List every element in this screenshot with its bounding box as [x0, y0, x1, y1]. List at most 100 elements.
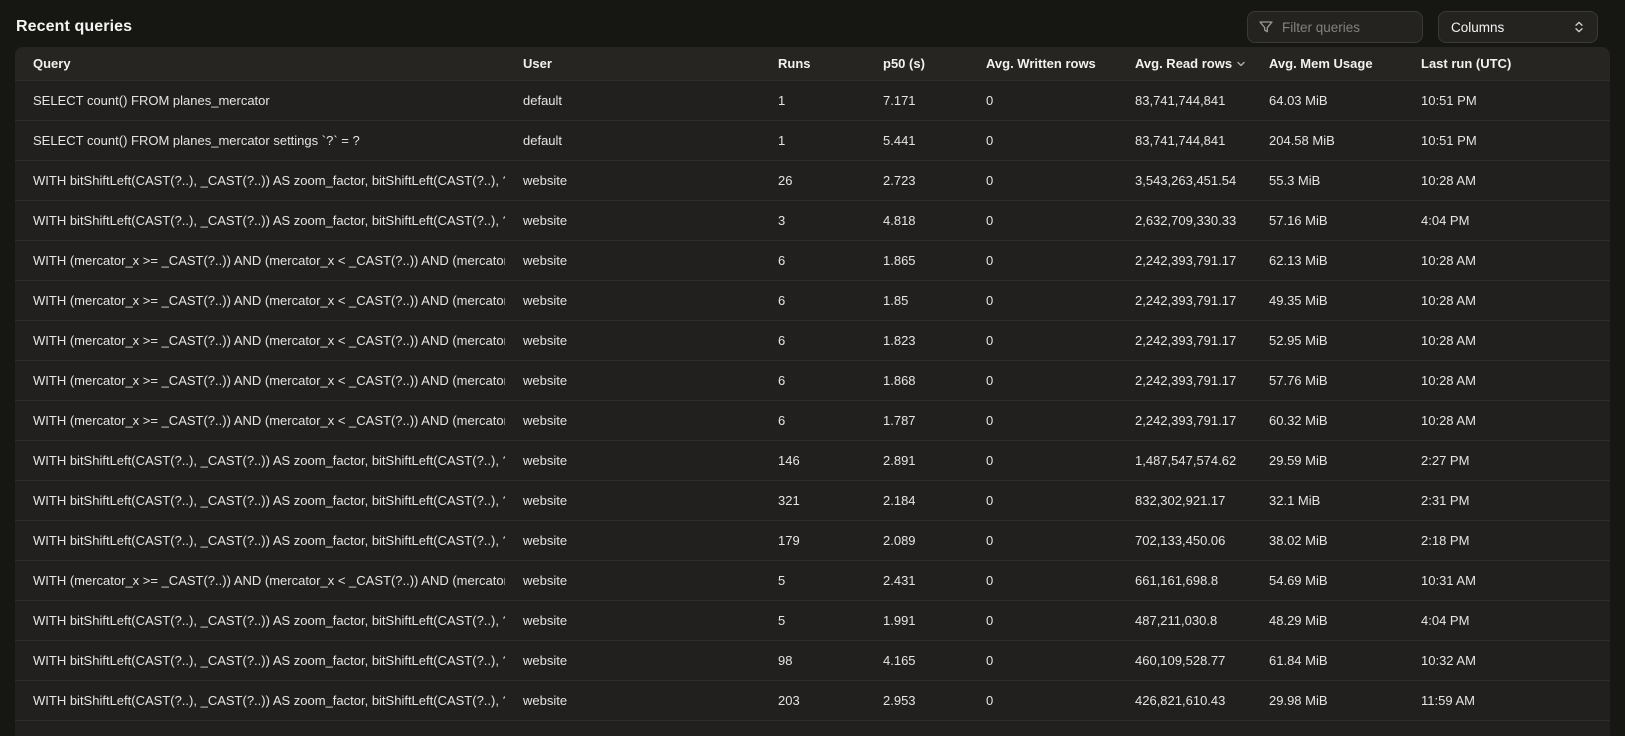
column-header-written[interactable]: Avg. Written rows: [968, 47, 1117, 80]
cell-last_run: 10:28 AM: [1403, 160, 1610, 200]
recent-queries-table: QueryUserRunsp50 (s)Avg. Written rowsAvg…: [15, 47, 1610, 736]
sort-chevron-down-icon: [1236, 59, 1246, 69]
cell-query: WITH (mercator_x >= _CAST(?..)) AND (mer…: [15, 400, 505, 440]
cell-mem: 57.16 MiB: [1251, 200, 1403, 240]
cell-written: 0: [968, 280, 1117, 320]
cell-last_run: 10:51 PM: [1403, 120, 1610, 160]
cell-mem: 55.3 MiB: [1251, 160, 1403, 200]
column-header-label: User: [523, 56, 552, 71]
cell-runs: 6: [760, 320, 865, 360]
table-row[interactable]: WITH bitShiftLeft(CAST(?..), _CAST(?..))…: [15, 520, 1610, 560]
cell-read: 702,133,450.06: [1117, 520, 1251, 560]
columns-dropdown-label: Columns: [1451, 20, 1504, 35]
toolbar-controls: Columns: [1247, 11, 1598, 43]
columns-dropdown[interactable]: Columns: [1438, 11, 1598, 43]
cell-query: WITH (mercator_x >= _CAST(?..)) AND (mer…: [15, 240, 505, 280]
table-row[interactable]: WITH bitShiftLeft(CAST(?..), _CAST(?..))…: [15, 160, 1610, 200]
cell-mem: 49.35 MiB: [1251, 280, 1403, 320]
column-header-label: p50 (s): [883, 56, 925, 71]
table-row[interactable]: WITH bitShiftLeft(CAST(?..), _CAST(?..))…: [15, 480, 1610, 520]
table-row[interactable]: WITH (mercator_x >= _CAST(?..)) AND (mer…: [15, 560, 1610, 600]
cell-query: WITH bitShiftLeft(CAST(?..), _CAST(?..))…: [15, 160, 505, 200]
cell-runs: [760, 720, 865, 736]
column-header-runs[interactable]: Runs: [760, 47, 865, 80]
column-header-label: Query: [33, 56, 71, 71]
cell-written: 0: [968, 320, 1117, 360]
table-row[interactable]: SELECT count() FROM planes_mercatordefau…: [15, 80, 1610, 120]
cell-mem: 64.03 MiB: [1251, 80, 1403, 120]
cell-runs: 203: [760, 680, 865, 720]
column-header-query[interactable]: Query: [15, 47, 505, 80]
cell-user: website: [505, 360, 760, 400]
cell-runs: 321: [760, 480, 865, 520]
table-row[interactable]: WITH (mercator_x >= _CAST(?..)) AND (mer…: [15, 240, 1610, 280]
cell-query: WITH bitShiftLeft(CAST(?..), _CAST(?..))…: [15, 680, 505, 720]
table-row[interactable]: WITH bitShiftLeft(CAST(?..), _CAST(?..))…: [15, 640, 1610, 680]
cell-p50: 5.441: [865, 120, 968, 160]
column-header-label: Last run (UTC): [1421, 56, 1511, 71]
cell-written: 0: [968, 560, 1117, 600]
table-row[interactable]: WITH bitShiftLeft(CAST(?..), _CAST(?..))…: [15, 440, 1610, 480]
cell-p50: 2.953: [865, 680, 968, 720]
cell-last_run: 11:59 AM: [1403, 680, 1610, 720]
table-row[interactable]: WITH (mercator_x >= _CAST(?..)) AND (mer…: [15, 320, 1610, 360]
cell-query: WITH bitShiftLeft(CAST(?..), _CAST(?..))…: [15, 440, 505, 480]
filter-queries-input[interactable]: [1247, 11, 1423, 43]
cell-p50: [865, 720, 968, 736]
cell-user: [505, 720, 760, 736]
cell-last_run: 10:28 AM: [1403, 280, 1610, 320]
cell-runs: 6: [760, 360, 865, 400]
cell-read: 2,242,393,791.17: [1117, 360, 1251, 400]
table-row-partial[interactable]: [15, 720, 1610, 736]
cell-user: default: [505, 120, 760, 160]
table-row[interactable]: WITH (mercator_x >= _CAST(?..)) AND (mer…: [15, 360, 1610, 400]
column-header-mem[interactable]: Avg. Mem Usage: [1251, 47, 1403, 80]
cell-user: website: [505, 600, 760, 640]
cell-query: WITH bitShiftLeft(CAST(?..), _CAST(?..))…: [15, 640, 505, 680]
cell-last_run: 10:28 AM: [1403, 240, 1610, 280]
cell-query: WITH (mercator_x >= _CAST(?..)) AND (mer…: [15, 280, 505, 320]
cell-query: [15, 720, 505, 736]
cell-user: website: [505, 640, 760, 680]
cell-last_run: 10:28 AM: [1403, 360, 1610, 400]
column-header-p50[interactable]: p50 (s): [865, 47, 968, 80]
cell-user: website: [505, 560, 760, 600]
column-header-read[interactable]: Avg. Read rows: [1117, 47, 1251, 80]
cell-read: 83,741,744,841: [1117, 120, 1251, 160]
table-body: SELECT count() FROM planes_mercatordefau…: [15, 80, 1610, 736]
cell-last_run: [1403, 720, 1610, 736]
cell-mem: 29.98 MiB: [1251, 680, 1403, 720]
cell-last_run: 2:31 PM: [1403, 480, 1610, 520]
table-row[interactable]: WITH bitShiftLeft(CAST(?..), _CAST(?..))…: [15, 680, 1610, 720]
cell-written: 0: [968, 440, 1117, 480]
cell-query: WITH (mercator_x >= _CAST(?..)) AND (mer…: [15, 560, 505, 600]
cell-written: 0: [968, 120, 1117, 160]
cell-last_run: 4:04 PM: [1403, 200, 1610, 240]
cell-runs: 1: [760, 120, 865, 160]
cell-last_run: 4:04 PM: [1403, 600, 1610, 640]
table-row[interactable]: WITH (mercator_x >= _CAST(?..)) AND (mer…: [15, 400, 1610, 440]
table-row[interactable]: WITH bitShiftLeft(CAST(?..), _CAST(?..))…: [15, 200, 1610, 240]
table-row[interactable]: WITH bitShiftLeft(CAST(?..), _CAST(?..))…: [15, 600, 1610, 640]
cell-read: 832,302,921.17: [1117, 480, 1251, 520]
cell-p50: 1.868: [865, 360, 968, 400]
table-row[interactable]: WITH (mercator_x >= _CAST(?..)) AND (mer…: [15, 280, 1610, 320]
cell-mem: 62.13 MiB: [1251, 240, 1403, 280]
column-header-last_run[interactable]: Last run (UTC): [1403, 47, 1610, 80]
cell-query: WITH (mercator_x >= _CAST(?..)) AND (mer…: [15, 320, 505, 360]
table-row[interactable]: SELECT count() FROM planes_mercator sett…: [15, 120, 1610, 160]
column-header-user[interactable]: User: [505, 47, 760, 80]
cell-read: 487,211,030.8: [1117, 600, 1251, 640]
cell-mem: 38.02 MiB: [1251, 520, 1403, 560]
cell-runs: 98: [760, 640, 865, 680]
table-header-row: QueryUserRunsp50 (s)Avg. Written rowsAvg…: [15, 47, 1610, 80]
cell-user: website: [505, 320, 760, 360]
cell-runs: 3: [760, 200, 865, 240]
column-header-label: Avg. Mem Usage: [1269, 56, 1373, 71]
cell-last_run: 10:51 PM: [1403, 80, 1610, 120]
cell-written: 0: [968, 240, 1117, 280]
cell-query: WITH bitShiftLeft(CAST(?..), _CAST(?..))…: [15, 600, 505, 640]
cell-last_run: 10:28 AM: [1403, 400, 1610, 440]
cell-read: 2,242,393,791.17: [1117, 400, 1251, 440]
cell-p50: 2.089: [865, 520, 968, 560]
